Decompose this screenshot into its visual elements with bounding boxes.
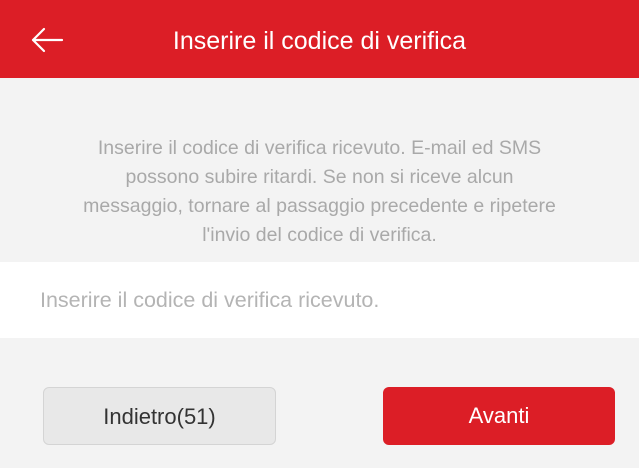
instructions-line: Inserire il codice di verifica ricevuto.… [97,137,542,159]
verification-code-input[interactable] [40,262,620,338]
instructions-text: Inserire il codice di verifica ricevuto.… [0,134,639,250]
instructions-line: messaggio, tornare al passaggio preceden… [83,195,556,217]
instructions-line: possono subire ritardi. Se non si riceve… [125,166,514,188]
verification-code-row [0,262,639,338]
next-button[interactable]: Avanti [383,387,615,445]
instructions-line: l'invio del codice di verifica. [202,224,437,246]
app-header: Inserire il codice di verifica [0,0,639,78]
page-title: Inserire il codice di verifica [172,27,467,55]
back-countdown-button[interactable]: Indietro(51) [43,387,276,445]
